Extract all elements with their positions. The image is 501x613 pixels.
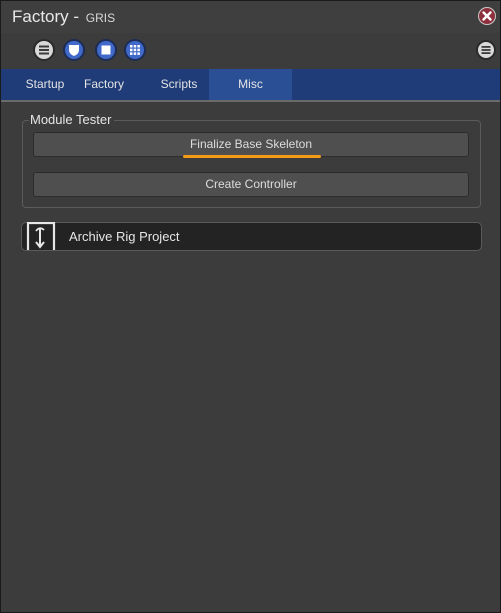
highlight-underline — [183, 155, 321, 158]
close-icon — [482, 11, 492, 21]
grid-icon[interactable] — [124, 39, 146, 61]
tab-startup-label: Startup — [25, 77, 65, 91]
toolbar — [1, 33, 500, 69]
options-menu-icon[interactable] — [476, 40, 496, 60]
tool-window: Factory - GRIS Startup Factory Scripts M… — [0, 0, 501, 613]
window-title-text: Factory - — [12, 7, 84, 26]
tab-bar: Startup Factory Scripts Misc — [1, 69, 500, 102]
archive-rig-project-header[interactable]: Archive Rig Project — [21, 222, 482, 251]
window-title: Factory - GRIS — [12, 7, 115, 27]
create-controller-label: Create Controller — [205, 177, 297, 191]
finalize-base-skeleton-button[interactable]: Finalize Base Skeleton — [33, 132, 469, 157]
shield-icon[interactable] — [63, 39, 85, 61]
archive-rig-project-label: Archive Rig Project — [69, 229, 180, 244]
finalize-base-skeleton-label: Finalize Base Skeleton — [189, 137, 313, 151]
tab-startup[interactable]: Startup — [18, 69, 72, 100]
stop-icon[interactable] — [95, 39, 117, 61]
tab-misc-label: Misc — [238, 77, 263, 91]
tab-misc[interactable]: Misc — [209, 69, 292, 100]
close-button[interactable] — [478, 7, 496, 25]
create-controller-button[interactable]: Create Controller — [33, 172, 469, 197]
module-tester-title: Module Tester — [29, 112, 115, 127]
window-subtitle: GRIS — [85, 11, 116, 25]
archive-download-icon — [26, 222, 56, 250]
tab-factory[interactable]: Factory — [77, 69, 131, 100]
tab-scripts-label: Scripts — [160, 77, 198, 91]
title-bar: Factory - GRIS — [1, 1, 500, 33]
tab-factory-label: Factory — [83, 77, 124, 91]
menu-icon[interactable] — [33, 39, 55, 61]
tab-scripts[interactable]: Scripts — [151, 69, 207, 100]
